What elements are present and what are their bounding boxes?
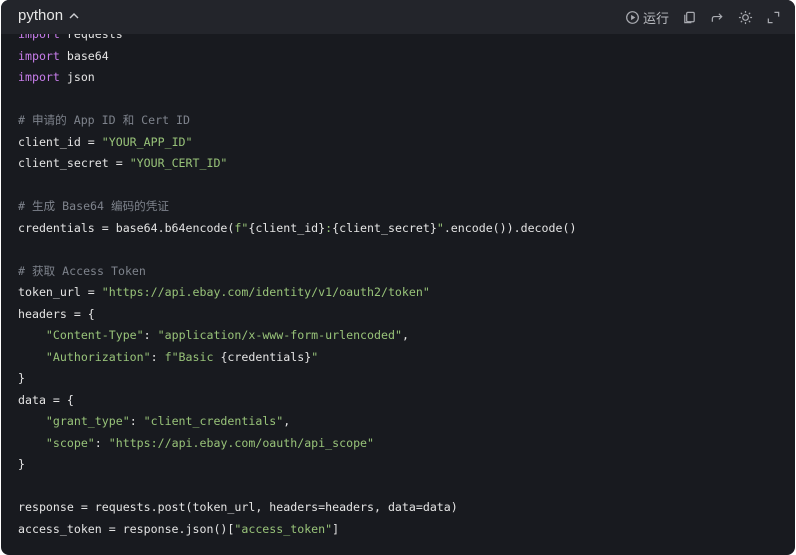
run-label: 运行 [642,11,669,26]
code-line: "Authorization": f"Basic {credentials}" [18,347,576,369]
code-line: response = requests.post(token_url, head… [18,497,576,519]
code-token: , [283,414,291,428]
code-token: token_url = [18,285,102,299]
code-token: : [150,349,165,364]
code-token: "Content-Type" [45,328,144,342]
code-token: # 获取 Access Token [18,263,146,278]
code-token: } [18,371,25,385]
code-token: {credentials} [220,349,312,364]
code-line: } [18,454,576,476]
code-line: # 申请的 App ID 和 Cert ID [18,110,576,132]
code-token: " [311,349,319,364]
code-block: import requestsimport base64import json​… [1,0,795,555]
play-circle-icon [626,11,639,24]
code-content: import requestsimport base64import json​… [18,24,576,540]
code-line: client_id = "YOUR_APP_ID" [18,132,576,154]
code-line: data = { [18,390,576,412]
code-token: "grant_type" [45,414,130,428]
code-token: headers = { [18,306,95,321]
expand-icon [767,11,780,24]
code-line: credentials = base64.b64encode(f"{client… [18,218,576,240]
code-line: client_secret = "YOUR_CERT_ID" [18,153,576,175]
code-token: credentials = base64.b64encode( [18,220,235,235]
code-token: f" [234,220,249,235]
code-token: "YOUR_APP_ID" [101,134,193,149]
theme-toggle-button[interactable] [738,10,753,25]
code-line: "Content-Type": "application/x-www-form-… [18,325,576,347]
code-token: client_id = [18,134,102,149]
code-token: "YOUR_CERT_ID" [129,156,228,170]
code-line: } [18,368,576,390]
share-icon [711,13,723,22]
code-token: " [436,220,444,235]
code-token: "Authorization" [45,349,151,364]
code-token: "https://api.ebay.com/identity/v1/oauth2… [101,285,430,299]
code-token: response = requests.post(token_url, head… [18,500,458,514]
language-label: python [18,7,64,24]
code-token: : [129,414,144,428]
theme-sun-icon [738,10,753,25]
code-line: import json [18,67,576,89]
code-token: : [94,435,109,450]
code-token: "access_token" [234,521,333,536]
code-line: # 生成 Base64 编码的凭证 [18,196,576,218]
code-line: ​ [18,476,576,498]
code-token: # 生成 Base64 编码的凭证 [18,199,169,213]
code-token: import [18,70,60,84]
code-token: {client_secret} [332,220,437,235]
code-token: import [18,48,60,63]
code-token: "scope" [45,435,95,450]
copy-icon [684,11,695,24]
code-line: ​ [18,89,576,111]
code-token: client_secret = [18,156,130,170]
code-line: "grant_type": "client_credentials", [18,411,576,433]
code-line: ​ [18,175,576,197]
code-token: "client_credentials" [143,414,284,428]
code-token: f"Basic [164,349,221,364]
code-token: "application/x-www-form-urlencoded" [157,328,402,342]
code-token: # 申请的 App ID 和 Cert ID [18,113,191,127]
code-token: access_token = response.json()[ [18,521,235,536]
chevron-up-icon [69,12,79,18]
code-token: , [401,328,409,342]
code-token: } [18,457,25,471]
code-line: import base64 [18,46,576,68]
expand-button[interactable] [766,10,781,25]
code-line: access_token = response.json()["access_t… [18,519,576,541]
code-toolbar: 运行 [625,8,781,27]
code-line: # 获取 Access Token [18,261,576,283]
code-token: {client_id} [248,220,326,235]
code-token: json [59,70,95,84]
code-line: token_url = "https://api.ebay.com/identi… [18,282,576,304]
code-token: : [143,328,158,342]
code-token: ] [332,521,340,536]
code-token: base64 [59,48,109,63]
copy-button[interactable] [682,10,697,25]
run-button[interactable]: 运行 [625,8,669,27]
language-toggle[interactable]: python [18,7,80,24]
code-line: "scope": "https://api.ebay.com/oauth/api… [18,433,576,455]
code-token: data = { [18,392,74,407]
code-line: headers = { [18,304,576,326]
code-token: "https://api.ebay.com/oauth/api_scope" [108,435,375,450]
code-block-header: python 运行 [1,0,795,34]
code-line: ​ [18,239,576,261]
share-button[interactable] [710,10,725,25]
code-token: .encode()).decode() [443,220,577,235]
